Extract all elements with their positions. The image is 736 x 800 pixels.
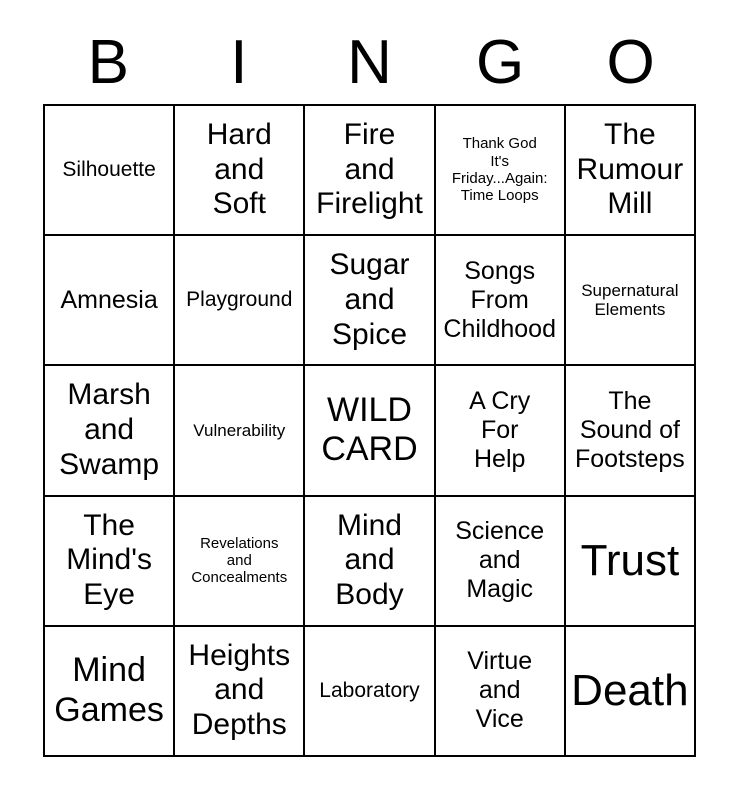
bingo-header-letter-i: I bbox=[230, 28, 248, 97]
bingo-cell-label: Songs From Childhood bbox=[443, 256, 556, 343]
bingo-cell-label: A Cry For Help bbox=[469, 386, 531, 473]
bingo-cell-r3c1[interactable]: Marsh and Swamp bbox=[45, 366, 176, 497]
bingo-cell-label: Death bbox=[571, 666, 689, 716]
bingo-cell-label: Mind Games bbox=[54, 651, 164, 729]
bingo-card: B I N G O Silhouette Hard and Soft Fire and Fi… bbox=[0, 0, 736, 800]
bingo-cell-r5c5[interactable]: Death bbox=[565, 626, 696, 757]
bingo-cell-label: WILD CARD bbox=[321, 391, 418, 469]
bingo-cell-r2c5[interactable]: Supernatural Elements bbox=[565, 236, 696, 367]
bingo-grid: Silhouette Hard and Soft Fire and Fireligh… bbox=[43, 104, 696, 757]
bingo-cell-r1c4[interactable]: Thank God It's Friday...Again: Time Loop… bbox=[435, 106, 566, 237]
bingo-cell-r5c3[interactable]: Laboratory bbox=[305, 626, 436, 757]
bingo-cell-r2c3[interactable]: Sugar and Spice bbox=[305, 236, 436, 367]
bingo-cell-r2c1[interactable]: Amnesia bbox=[45, 236, 176, 367]
bingo-cell-r4c5[interactable]: Trust bbox=[565, 496, 696, 627]
bingo-cell-label: Science and Magic bbox=[455, 517, 545, 604]
bingo-cell-r4c2[interactable]: Revelations and Concealments bbox=[175, 496, 306, 627]
bingo-header: BINGO bbox=[43, 24, 696, 102]
bingo-cell-r2c2[interactable]: Playground bbox=[175, 236, 306, 367]
bingo-cell-label: Amnesia bbox=[60, 285, 158, 314]
bingo-cell-r4c3[interactable]: Mind and Body bbox=[305, 496, 436, 627]
bingo-cell-label: Vulnerability bbox=[193, 420, 286, 440]
bingo-cell-r3c4[interactable]: A Cry For Help bbox=[435, 366, 566, 497]
bingo-cell-r3c3[interactable]: WILD CARD bbox=[305, 366, 436, 497]
bingo-cell-r1c3[interactable]: Fire and Firelight bbox=[305, 106, 436, 237]
bingo-cell-r3c5[interactable]: The Sound of Footsteps bbox=[565, 366, 696, 497]
bingo-cell-r5c2[interactable]: Heights and Depths bbox=[175, 626, 306, 757]
bingo-header-letter-b: B bbox=[87, 28, 129, 97]
bingo-cell-r1c1[interactable]: Silhouette bbox=[45, 106, 176, 237]
bingo-cell-label: Hard and Soft bbox=[206, 117, 272, 221]
bingo-cell-r1c5[interactable]: The Rumour Mill bbox=[565, 106, 696, 237]
bingo-cell-label: Mind and Body bbox=[335, 508, 404, 612]
bingo-cell-label: Trust bbox=[580, 536, 680, 586]
bingo-cell-r1c2[interactable]: Hard and Soft bbox=[175, 106, 306, 237]
bingo-cell-r4c4[interactable]: Science and Magic bbox=[435, 496, 566, 627]
bingo-cell-label: The Sound of Footsteps bbox=[575, 386, 685, 473]
bingo-cell-label: Silhouette bbox=[62, 157, 156, 181]
bingo-cell-label: Sugar and Spice bbox=[329, 248, 410, 351]
bingo-header-letter-n: N bbox=[347, 28, 392, 97]
bingo-cell-r3c2[interactable]: Vulnerability bbox=[175, 366, 306, 497]
bingo-cell-label: Playground bbox=[186, 288, 293, 312]
bingo-cell-label: Revelations and Concealments bbox=[191, 534, 288, 587]
bingo-cell-label: Thank God It's Friday...Again: Time Loop… bbox=[451, 135, 548, 205]
bingo-header-letter-g: G bbox=[475, 28, 525, 97]
bingo-cell-label: Fire and Firelight bbox=[316, 117, 423, 221]
bingo-cell-label: Laboratory bbox=[319, 678, 420, 702]
bingo-cell-label: The Rumour Mill bbox=[576, 117, 684, 221]
bingo-cell-label: Virtue and Vice bbox=[467, 647, 533, 734]
bingo-cell-label: Supernatural Elements bbox=[581, 280, 679, 320]
bingo-cell-label: Heights and Depths bbox=[188, 638, 291, 742]
bingo-cell-r2c4[interactable]: Songs From Childhood bbox=[435, 236, 566, 367]
bingo-cell-label: Marsh and Swamp bbox=[59, 378, 160, 481]
bingo-cell-r4c1[interactable]: The Mind's Eye bbox=[45, 496, 176, 627]
bingo-cell-label: The Mind's Eye bbox=[66, 508, 152, 612]
bingo-header-letter-o: O bbox=[606, 28, 655, 97]
bingo-cell-r5c1[interactable]: Mind Games bbox=[45, 626, 176, 757]
bingo-cell-r5c4[interactable]: Virtue and Vice bbox=[435, 626, 566, 757]
